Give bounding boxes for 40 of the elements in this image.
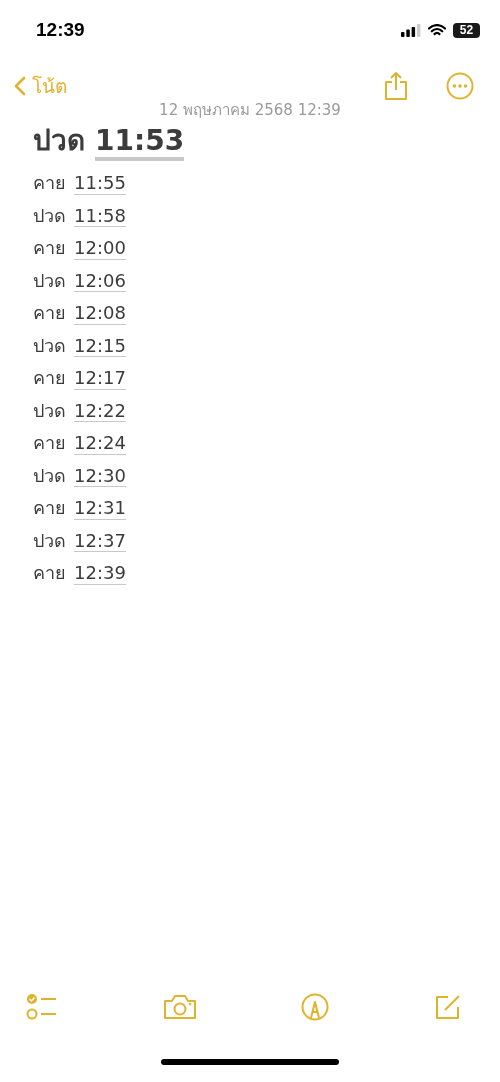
camera-button[interactable]: [162, 994, 197, 1020]
time-link[interactable]: 12:24: [74, 433, 126, 455]
status-time: 12:39: [36, 19, 85, 41]
time-link[interactable]: 12:00: [74, 238, 126, 260]
time-link[interactable]: 12:39: [74, 563, 126, 585]
battery-indicator: 52: [453, 22, 480, 38]
note-label: ปวด: [33, 203, 66, 228]
time-link[interactable]: 12:22: [74, 400, 126, 423]
note-title: ปวด: [33, 123, 85, 159]
time-link[interactable]: 12:31: [74, 498, 126, 520]
time-link[interactable]: 12:08: [74, 303, 126, 325]
note-label: คาย: [33, 236, 66, 260]
time-link[interactable]: 11:53: [95, 125, 185, 162]
note-label: ปวด: [33, 398, 66, 423]
more-button[interactable]: [446, 72, 474, 100]
note-label: ปวด: [33, 463, 66, 488]
note-label: คาย: [33, 496, 66, 520]
share-button[interactable]: [384, 71, 408, 101]
back-chevron-icon[interactable]: [14, 76, 26, 96]
note-label: คาย: [33, 301, 66, 325]
checklist-button[interactable]: [26, 993, 58, 1021]
time-link[interactable]: 12:15: [74, 335, 126, 358]
note-label: ปวด: [33, 268, 66, 293]
time-link[interactable]: 12:37: [74, 530, 126, 553]
time-link[interactable]: 11:55: [74, 173, 126, 195]
time-link[interactable]: 11:58: [74, 205, 126, 228]
markup-button[interactable]: [301, 993, 330, 1021]
note-label: คาย: [33, 171, 66, 195]
note-label: คาย: [33, 431, 66, 455]
signal-icon: [401, 23, 421, 37]
note-date: 12 พฤษภาคม 2568 12:39: [158, 100, 342, 116]
note-label: คาย: [33, 561, 66, 585]
note-label: คาย: [33, 366, 66, 390]
wifi-icon: [428, 23, 446, 37]
time-link[interactable]: 12:30: [74, 465, 126, 488]
note-label: ปวด: [33, 333, 66, 358]
time-link[interactable]: 12:06: [74, 270, 126, 293]
time-link[interactable]: 12:17: [74, 368, 126, 390]
compose-button[interactable]: [433, 993, 462, 1021]
note-label: ปวด: [33, 528, 66, 553]
